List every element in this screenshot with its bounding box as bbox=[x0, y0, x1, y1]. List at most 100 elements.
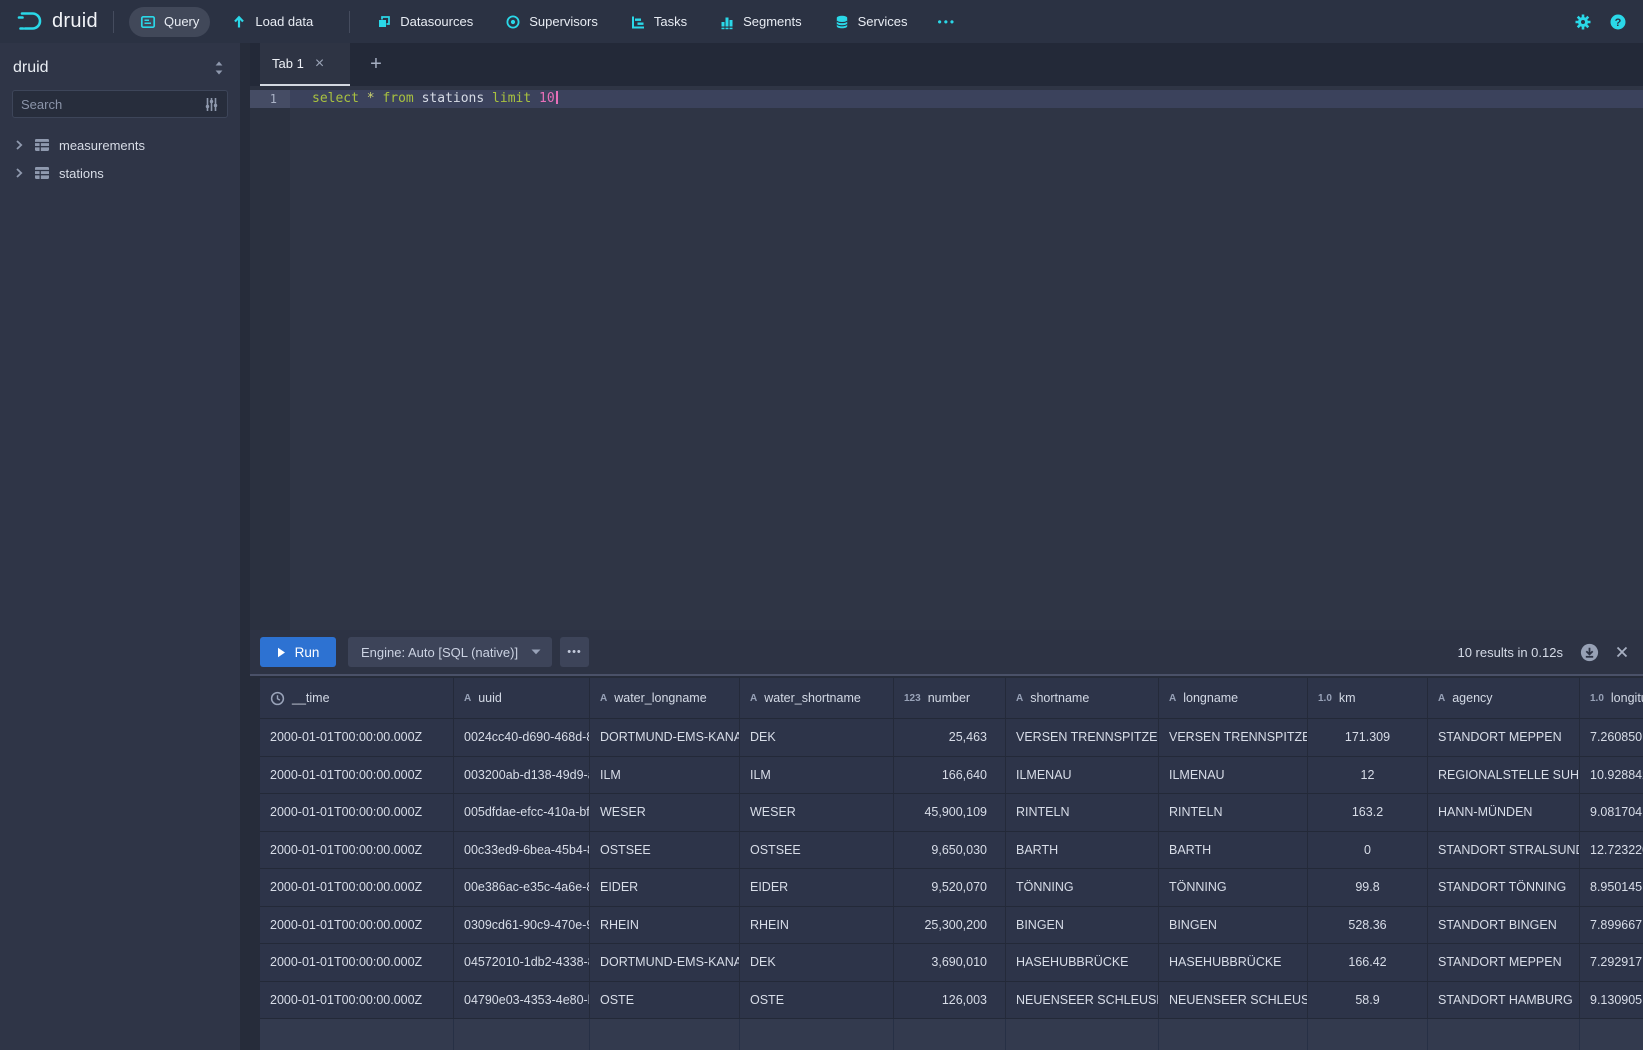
close-tab-icon[interactable]: × bbox=[315, 56, 324, 72]
table-cell[interactable]: OSTE bbox=[590, 982, 740, 1019]
table-cell[interactable]: 12 bbox=[1308, 757, 1428, 794]
table-cell[interactable]: STANDORT STRALSUND bbox=[1428, 832, 1580, 869]
table-cell[interactable]: TÖNNING bbox=[1006, 869, 1159, 906]
table-cell[interactable]: 166.42 bbox=[1308, 944, 1428, 981]
nav-item-services[interactable]: Services bbox=[823, 7, 919, 37]
table-cell[interactable]: 25,463 bbox=[894, 719, 1006, 756]
table-cell[interactable]: WESER bbox=[590, 794, 740, 831]
table-cell[interactable]: RINTELN bbox=[1159, 794, 1308, 831]
table-cell[interactable]: 2000-01-01T00:00:00.000Z bbox=[260, 869, 454, 906]
table-cell[interactable]: 3,690,010 bbox=[894, 944, 1006, 981]
table-cell[interactable]: ILMENAU bbox=[1006, 757, 1159, 794]
table-cell[interactable]: OSTSEE bbox=[590, 832, 740, 869]
table-cell[interactable]: RINTELN bbox=[1006, 794, 1159, 831]
table-cell[interactable]: 9,650,030 bbox=[894, 832, 1006, 869]
column-header-longitude[interactable]: 1.0longitude bbox=[1580, 678, 1643, 718]
search-input[interactable] bbox=[21, 97, 204, 112]
table-cell[interactable]: 166,640 bbox=[894, 757, 1006, 794]
table-cell[interactable]: 0309cd61-90c9-470e-99 bbox=[454, 907, 590, 944]
table-cell[interactable]: DEK bbox=[740, 719, 894, 756]
table-cell[interactable]: VERSEN TRENNSPITZE bbox=[1159, 719, 1308, 756]
table-cell[interactable]: 2000-01-01T00:00:00.000Z bbox=[260, 944, 454, 981]
table-cell[interactable]: WESER bbox=[740, 794, 894, 831]
download-icon[interactable] bbox=[1579, 642, 1600, 663]
table-cell[interactable]: STANDORT TÖNNING bbox=[1428, 869, 1580, 906]
column-header-water_shortname[interactable]: Awater_shortname bbox=[740, 678, 894, 718]
table-cell[interactable]: ILM bbox=[590, 757, 740, 794]
table-cell[interactable]: OSTE bbox=[740, 982, 894, 1019]
tree-item-stations[interactable]: stations bbox=[0, 159, 240, 187]
table-cell[interactable]: BINGEN bbox=[1006, 907, 1159, 944]
add-tab-button[interactable]: + bbox=[364, 53, 388, 77]
table-cell[interactable]: 2000-01-01T00:00:00.000Z bbox=[260, 719, 454, 756]
table-cell[interactable]: 003200ab-d138-49d9-aa bbox=[454, 757, 590, 794]
table-cell[interactable]: 2000-01-01T00:00:00.000Z bbox=[260, 794, 454, 831]
table-cell[interactable]: BARTH bbox=[1159, 832, 1308, 869]
sql-code-line[interactable]: select * from stations limit 10 bbox=[290, 90, 1643, 108]
table-cell[interactable]: 9.130905 bbox=[1580, 982, 1643, 1019]
table-cell[interactable]: 171.309 bbox=[1308, 719, 1428, 756]
table-cell[interactable]: 10.928842 bbox=[1580, 757, 1643, 794]
table-cell[interactable]: VERSEN TRENNSPITZE bbox=[1006, 719, 1159, 756]
table-cell[interactable]: 00c33ed9-6bea-45b4-87 bbox=[454, 832, 590, 869]
nav-item-tasks[interactable]: Tasks bbox=[619, 7, 698, 37]
help-icon[interactable]: ? bbox=[1609, 13, 1627, 31]
column-header-agency[interactable]: Aagency bbox=[1428, 678, 1580, 718]
table-cell[interactable]: 0 bbox=[1308, 832, 1428, 869]
table-cell[interactable]: OSTSEE bbox=[740, 832, 894, 869]
table-cell[interactable]: 2000-01-01T00:00:00.000Z bbox=[260, 757, 454, 794]
table-cell[interactable]: 00e386ac-e35c-4a6e-80 bbox=[454, 869, 590, 906]
table-cell[interactable]: 9,520,070 bbox=[894, 869, 1006, 906]
table-cell[interactable]: 12.723220 bbox=[1580, 832, 1643, 869]
table-cell[interactable]: STANDORT HAMBURG bbox=[1428, 982, 1580, 1019]
column-header-km[interactable]: 1.0km bbox=[1308, 678, 1428, 718]
table-cell[interactable]: RHEIN bbox=[740, 907, 894, 944]
table-cell[interactable]: 0024cc40-d690-468d-84 bbox=[454, 719, 590, 756]
table-cell[interactable]: STANDORT BINGEN bbox=[1428, 907, 1580, 944]
table-cell[interactable]: 7.899667 bbox=[1580, 907, 1643, 944]
table-cell[interactable]: BINGEN bbox=[1159, 907, 1308, 944]
table-cell[interactable]: TÖNNING bbox=[1159, 869, 1308, 906]
tree-item-measurements[interactable]: measurements bbox=[0, 131, 240, 159]
nav-item-segments[interactable]: Segments bbox=[708, 7, 813, 37]
table-cell[interactable]: NEUENSEER SCHLEUSEN bbox=[1159, 982, 1308, 1019]
table-cell[interactable]: 58.9 bbox=[1308, 982, 1428, 1019]
table-cell[interactable]: 9.081704 bbox=[1580, 794, 1643, 831]
table-cell[interactable]: ILM bbox=[740, 757, 894, 794]
column-header-uuid[interactable]: Auuid bbox=[454, 678, 590, 718]
table-cell[interactable]: 8.950145 bbox=[1580, 869, 1643, 906]
sort-icon[interactable] bbox=[212, 60, 226, 76]
druid-logo[interactable]: druid bbox=[16, 8, 98, 35]
table-cell[interactable]: HANN-MÜNDEN bbox=[1428, 794, 1580, 831]
table-cell[interactable]: 04790e03-4353-4e80-be bbox=[454, 982, 590, 1019]
table-cell[interactable]: 126,003 bbox=[894, 982, 1006, 1019]
table-cell[interactable]: BARTH bbox=[1006, 832, 1159, 869]
nav-item-load-data[interactable]: Load data bbox=[220, 7, 324, 37]
table-cell[interactable]: 2000-01-01T00:00:00.000Z bbox=[260, 907, 454, 944]
column-header-number[interactable]: 123number bbox=[894, 678, 1006, 718]
tab-tab1[interactable]: Tab 1 × bbox=[260, 43, 350, 86]
table-cell[interactable]: HASEHUBBRÜCKE bbox=[1159, 944, 1308, 981]
table-cell[interactable]: 04572010-1db2-4338-85 bbox=[454, 944, 590, 981]
table-cell[interactable]: HASEHUBBRÜCKE bbox=[1006, 944, 1159, 981]
table-cell[interactable]: 7.292917 bbox=[1580, 944, 1643, 981]
filter-sliders-icon[interactable] bbox=[204, 97, 219, 112]
table-cell[interactable]: 99.8 bbox=[1308, 869, 1428, 906]
nav-item-supervisors[interactable]: Supervisors bbox=[494, 7, 609, 37]
column-header-water_longname[interactable]: Awater_longname bbox=[590, 678, 740, 718]
table-cell[interactable]: 25,300,200 bbox=[894, 907, 1006, 944]
table-cell[interactable]: DORTMUND-EMS-KANAL bbox=[590, 944, 740, 981]
chevron-right-icon[interactable] bbox=[13, 167, 25, 179]
chevron-right-icon[interactable] bbox=[13, 139, 25, 151]
table-cell[interactable]: 7.260850 bbox=[1580, 719, 1643, 756]
table-cell[interactable]: DEK bbox=[740, 944, 894, 981]
table-cell[interactable]: 2000-01-01T00:00:00.000Z bbox=[260, 832, 454, 869]
column-header-longname[interactable]: Alongname bbox=[1159, 678, 1308, 718]
table-cell[interactable]: STANDORT MEPPEN bbox=[1428, 719, 1580, 756]
table-cell[interactable]: RHEIN bbox=[590, 907, 740, 944]
table-cell[interactable]: NEUENSEER SCHLEUSEN bbox=[1006, 982, 1159, 1019]
table-cell[interactable]: 2000-01-01T00:00:00.000Z bbox=[260, 982, 454, 1019]
column-header-__time[interactable]: __time bbox=[260, 678, 454, 718]
table-cell[interactable]: EIDER bbox=[590, 869, 740, 906]
query-more-button[interactable]: ••• bbox=[560, 637, 589, 667]
